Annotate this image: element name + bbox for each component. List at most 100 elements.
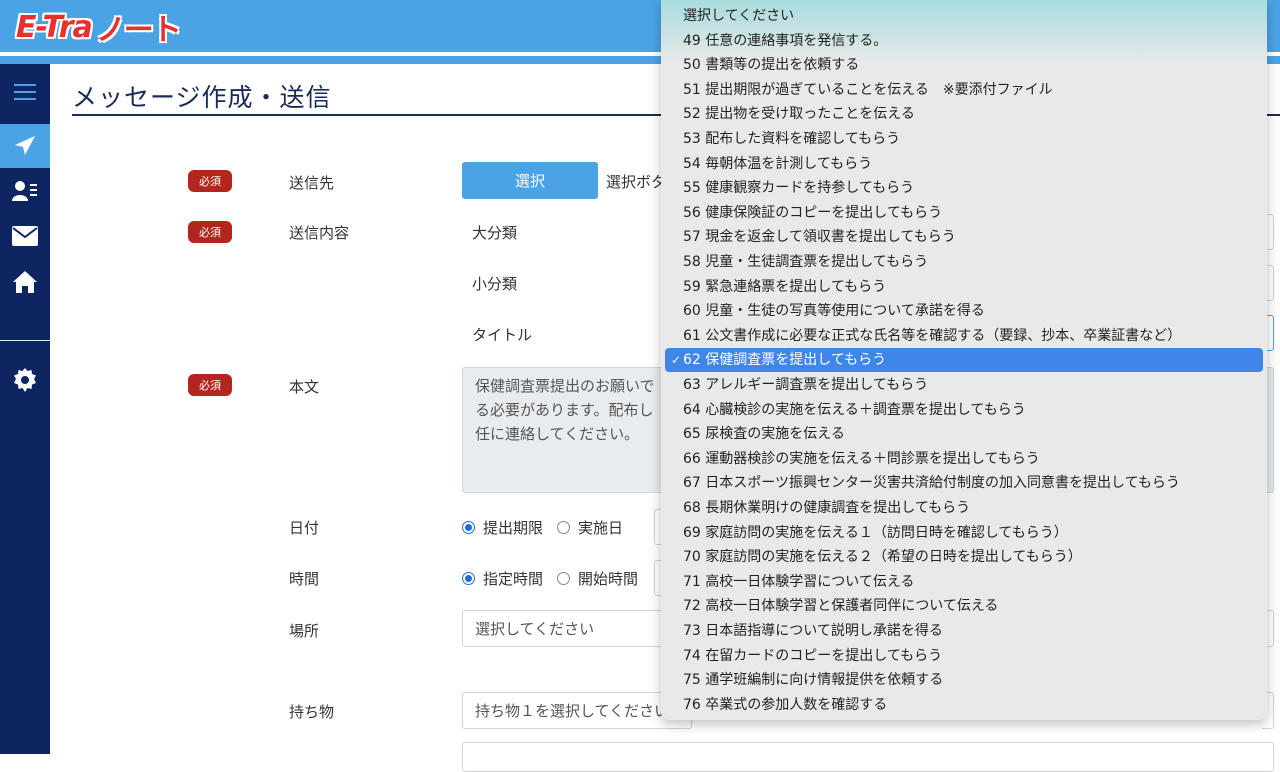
dropdown-option-label: 74 在留カードのコピーを提出してもらう	[683, 647, 943, 664]
dropdown-option[interactable]: 72 高校一日体験学習と保護者同伴について伝える	[665, 594, 1263, 618]
dropdown-option[interactable]: 74 在留カードのコピーを提出してもらう	[665, 644, 1263, 668]
dropdown-option[interactable]: 57 現金を返金して領収書を提出してもらう	[665, 225, 1263, 249]
dropdown-option-selected[interactable]: ✓ 62 保健調査票を提出してもらう	[665, 348, 1263, 373]
sidebar-item-mail[interactable]	[0, 214, 50, 258]
dropdown-option[interactable]: 65 尿検査の実施を伝える	[665, 422, 1263, 446]
dropdown-option-label: 76 卒業式の参加人数を確認する	[683, 696, 888, 713]
mail-icon	[12, 226, 38, 246]
checkmark-icon: ✓	[671, 353, 682, 368]
logo-note-text: ノート	[95, 13, 182, 48]
dropdown-option-label: 61 公文書作成に必要な正式な氏名等を確認する（要録、抄本、卒業証書など）	[683, 327, 1182, 344]
dropdown-option[interactable]: 54 毎朝体温を計測してもらう	[665, 152, 1263, 176]
dropdown-option-label: 56 健康保険証のコピーを提出してもらう	[683, 204, 943, 221]
contacts-icon	[12, 181, 37, 201]
dropdown-option-label: 59 緊急連絡票を提出してもらう	[683, 278, 887, 295]
date-deadline-label[interactable]: 提出期限	[483, 517, 543, 538]
dropdown-option[interactable]: 69 家庭訪問の実施を伝える１（訪問日時を確認してもらう）	[665, 521, 1263, 545]
dropdown-option-label: 63 アレルギー調査票を提出してもらう	[683, 377, 929, 393]
dropdown-option[interactable]: 66 運動器検診の実施を伝える＋問診票を提出してもらう	[665, 447, 1263, 471]
dropdown-option[interactable]: 52 提出物を受け取ったことを伝える	[665, 102, 1263, 126]
time-specified-label[interactable]: 指定時間	[483, 568, 543, 589]
home-icon	[13, 271, 37, 293]
sidebar-item-settings[interactable]	[0, 358, 50, 402]
dropdown-option-label: 65 尿検査の実施を伝える	[683, 426, 845, 443]
dropdown-option-label: 53 配布した資料を確認してもらう	[683, 131, 901, 147]
date-deadline-radio[interactable]	[462, 521, 475, 534]
place-select[interactable]: 選択してください	[462, 610, 692, 647]
dropdown-option[interactable]: 76 卒業式の参加人数を確認する	[665, 693, 1263, 717]
select-recipient-button[interactable]: 選択	[462, 162, 598, 199]
sidebar-item-home[interactable]	[0, 260, 50, 304]
time-specified-radio[interactable]	[462, 572, 475, 585]
dropdown-option[interactable]: 59 緊急連絡票を提出してもらう	[665, 275, 1263, 299]
date-event-radio[interactable]	[557, 521, 571, 534]
dropdown-option[interactable]: 50 書類等の提出を依頼する	[665, 53, 1263, 77]
dropdown-option[interactable]: 70 家庭訪問の実施を伝える２（希望の日時を提出してもらう）	[665, 545, 1263, 569]
dropdown-option-label: 57 現金を返金して領収書を提出してもらう	[683, 229, 956, 246]
dropdown-option-label: 67 日本スポーツ振興センター災害共済給付制度の加入同意書を提出してもらう	[683, 475, 1180, 492]
dropdown-option[interactable]: 67 日本スポーツ振興センター災害共済給付制度の加入同意書を提出してもらう	[665, 471, 1263, 495]
date-event-label[interactable]: 実施日	[578, 517, 623, 538]
dropdown-option-label: 55 健康観察カードを持参してもらう	[683, 180, 915, 197]
dropdown-option-label: 68 長期休業明けの健康調査を提出してもらう	[683, 500, 971, 516]
dropdown-option-label: 72 高校一日体験学習と保護者同伴について伝える	[683, 598, 999, 615]
dropdown-option[interactable]: 63 アレルギー調査票を提出してもらう	[665, 373, 1263, 397]
dropdown-option-label: 選択してください	[683, 8, 795, 24]
logo-etra-text: E-Tra	[16, 9, 93, 45]
recipient-label: 送信先	[289, 174, 335, 192]
title-dropdown-list[interactable]: 選択してください 49 任意の連絡事項を発信する。 50 書類等の提出を依頼する 51…	[661, 0, 1267, 720]
dropdown-option-label: 49 任意の連絡事項を発信する。	[683, 32, 888, 49]
gear-icon	[14, 368, 36, 392]
dropdown-option[interactable]: 53 配布した資料を確認してもらう	[665, 127, 1263, 151]
page-title: メッセージ作成・送信	[72, 83, 332, 112]
menu-button[interactable]	[0, 70, 50, 114]
dropdown-option[interactable]: 60 児童・生徒の写真等使用について承諾を得る	[665, 299, 1263, 323]
dropdown-option-label: 66 運動器検診の実施を伝える＋問診票を提出してもらう	[683, 450, 1040, 467]
dropdown-option-label: 60 児童・生徒の写真等使用について承諾を得る	[683, 303, 985, 320]
app-logo[interactable]: E-Tra ノート	[16, 8, 182, 49]
dropdown-option[interactable]: 61 公文書作成に必要な正式な氏名等を確認する（要録、抄本、卒業証書など）	[665, 324, 1263, 348]
sidebar-divider	[0, 340, 50, 341]
dropdown-option-label: 71 高校一日体験学習について伝える	[683, 573, 915, 590]
time-radio-group: 指定時間 開始時間	[462, 568, 638, 589]
date-radio-group: 提出期限 実施日	[462, 517, 623, 538]
dropdown-option[interactable]: 58 児童・生徒調査票を提出してもらう	[665, 250, 1263, 274]
minor-category-label: 小分類	[472, 275, 518, 293]
send-icon	[15, 136, 35, 155]
dropdown-option[interactable]: 75 通学班編制に向け情報提供を依頼する	[665, 668, 1263, 692]
required-badge-content: 必須	[188, 221, 232, 243]
sidebar-item-send[interactable]	[0, 124, 50, 168]
recipient-hint: 選択ボタ	[606, 173, 667, 191]
dropdown-option-label: 54 毎朝体温を計測してもらう	[683, 155, 873, 172]
dropdown-option-label: 70 家庭訪問の実施を伝える２（希望の日時を提出してもらう）	[683, 549, 1082, 566]
dropdown-option-label: 62 保健調査票を提出してもらう	[683, 352, 887, 369]
dropdown-option-label: 73 日本語指導について説明し承諾を得る	[683, 623, 943, 639]
menu-icon	[14, 84, 36, 100]
dropdown-option[interactable]: 49 任意の連絡事項を発信する。	[665, 29, 1263, 53]
dropdown-option[interactable]: 64 心臓検診の実施を伝える＋調査票を提出してもらう	[665, 398, 1263, 422]
items-label: 持ち物	[289, 703, 335, 721]
time-start-label[interactable]: 開始時間	[578, 568, 638, 589]
place-label: 場所	[289, 622, 320, 640]
dropdown-option[interactable]: 68 長期休業明けの健康調査を提出してもらう	[665, 496, 1263, 520]
dropdown-option[interactable]: 71 高校一日体験学習について伝える	[665, 570, 1263, 594]
dropdown-option[interactable]: 73 日本語指導について説明し承諾を得る	[665, 619, 1263, 643]
dropdown-option-label: 69 家庭訪問の実施を伝える１（訪問日時を確認してもらう）	[683, 524, 1068, 541]
items-select[interactable]: 持ち物１を選択してください	[462, 692, 692, 729]
dropdown-option[interactable]: 選択してください	[665, 4, 1263, 28]
place-placeholder: 選択してください	[475, 620, 595, 638]
dropdown-option-label: 58 児童・生徒調査票を提出してもらう	[683, 254, 929, 270]
dropdown-option-label: 52 提出物を受け取ったことを伝える	[683, 106, 915, 123]
dropdown-option[interactable]: 51 提出期限が過ぎていることを伝える ※要添付ファイル	[665, 78, 1263, 102]
dropdown-option-label: 64 心臓検診の実施を伝える＋調査票を提出してもらう	[683, 401, 1026, 418]
items-select-2[interactable]	[462, 742, 1274, 772]
dropdown-option-label: 51 提出期限が過ぎていることを伝える ※要添付ファイル	[683, 81, 1053, 98]
date-label: 日付	[289, 519, 320, 537]
dropdown-option[interactable]: 55 健康観察カードを持参してもらう	[665, 176, 1263, 200]
time-label: 時間	[289, 570, 320, 588]
dropdown-option-label: 50 書類等の提出を依頼する	[683, 57, 860, 74]
body-label: 本文	[289, 378, 320, 396]
time-start-radio[interactable]	[557, 572, 571, 585]
sidebar-item-contacts[interactable]	[0, 169, 50, 213]
dropdown-option[interactable]: 56 健康保険証のコピーを提出してもらう	[665, 201, 1263, 225]
